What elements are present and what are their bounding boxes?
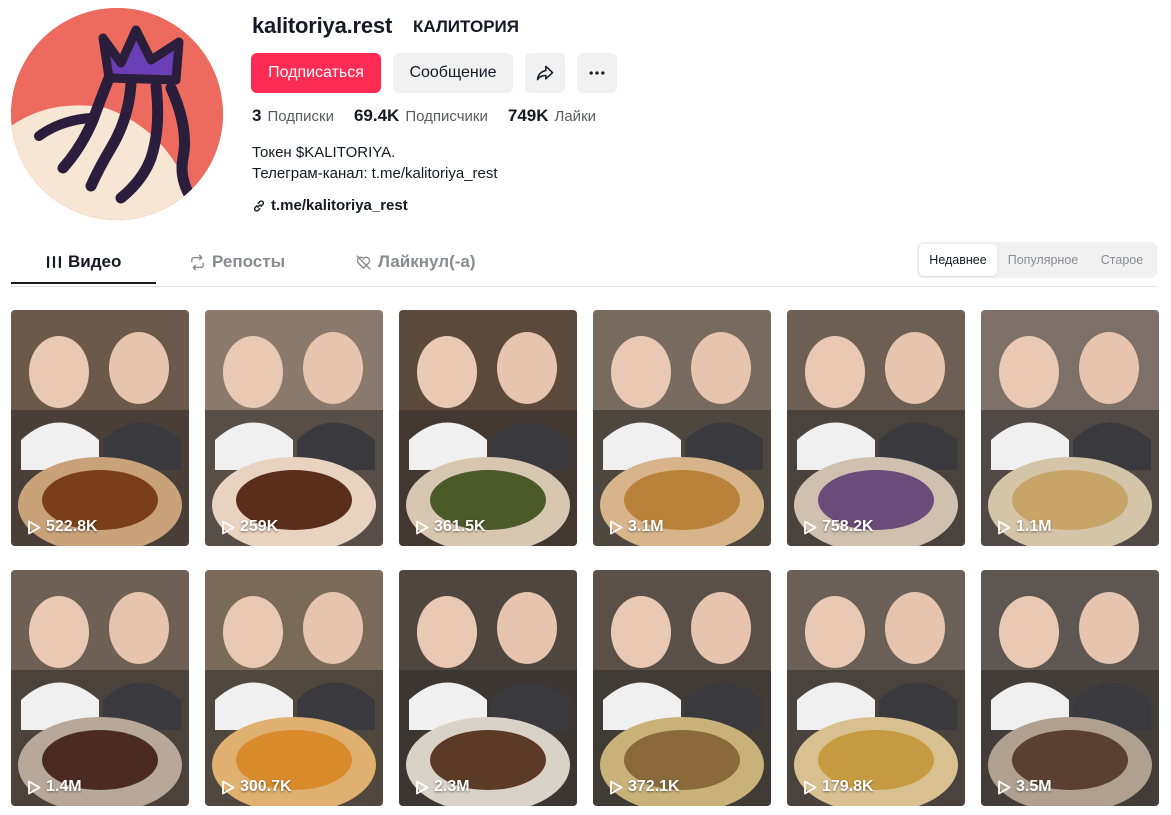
stat-likes: 749K Лайки [507,106,597,125]
video-views-count: 3.1M [628,518,664,535]
tab-reposts[interactable]: Репосты [189,240,285,284]
video-views: 2.3M [415,778,470,796]
repost-icon [191,254,204,270]
play-icon [28,780,41,794]
video-thumbnail [593,310,771,546]
video-card[interactable]: 300.7K [205,570,383,806]
video-card[interactable]: 372.1K [593,570,771,806]
play-icon [416,780,429,794]
video-thumbnail [205,570,383,806]
profile-bio: Токен $KALITORIYA. Телеграм-канал: t.me/… [252,142,498,184]
video-views-count: 758.2K [822,518,874,535]
video-thumbnail [11,310,189,546]
video-grid: 522.8K 259K 361.5K 3.1M 758.2K 1.1M 1.4M 300.7K… [11,310,1159,806]
video-views-count: 259K [240,518,279,535]
video-views: 3.5M [997,778,1052,796]
video-views-count: 1.4M [46,778,82,795]
video-card[interactable]: 259K [205,310,383,546]
profile-link[interactable]: t.me/kalitoriya_rest [252,197,408,214]
message-button[interactable]: Сообщение [393,53,513,93]
heart-slash-icon [356,254,371,270]
play-icon [610,520,623,534]
play-icon [804,520,817,534]
video-card[interactable]: 179.8K [787,570,965,806]
video-thumbnail [205,310,383,546]
share-arrow-icon [536,65,554,81]
profile-link-text: t.me/kalitoriya_rest [271,197,408,214]
video-views-count: 372.1K [628,778,680,795]
video-views: 3.1M [609,518,664,536]
video-thumbnail [981,310,1159,546]
play-icon [804,780,817,794]
video-card[interactable]: 2.3M [399,570,577,806]
video-card[interactable]: 758.2K [787,310,965,546]
video-views: 758.2K [803,518,874,536]
kalitoriya-logo [11,8,223,220]
tab-videos[interactable]: Видео [46,240,121,284]
video-card[interactable]: 1.4M [11,570,189,806]
video-views-count: 522.8K [46,518,98,535]
video-views-count: 2.3M [434,778,470,795]
video-views: 1.4M [27,778,82,796]
video-card[interactable]: 361.5K [399,310,577,546]
stat-followers[interactable]: 69.4K Подписчики [354,106,488,126]
play-icon [222,520,235,534]
video-views: 522.8K [27,518,98,536]
play-icon [610,780,623,794]
video-card[interactable]: 522.8K [11,310,189,546]
play-icon [416,520,429,534]
video-card[interactable]: 3.1M [593,310,771,546]
stat-following[interactable]: 3 Подписки [252,106,334,126]
tab-active-indicator [11,282,156,284]
video-thumbnail [787,310,965,546]
video-views-count: 361.5K [434,518,486,535]
ellipsis-icon [589,71,605,75]
sort-option-oldest[interactable]: Старое [1089,244,1155,276]
play-icon [998,780,1011,794]
video-views-count: 300.7K [240,778,292,795]
profile-stats: 3 Подписки 69.4K Подписчики 749K Лайки [252,106,596,126]
more-options-button[interactable] [577,53,617,93]
video-views: 259K [221,518,278,536]
tab-liked[interactable]: Лайкнул(-а) [355,240,476,284]
video-views-count: 3.5M [1016,778,1052,795]
video-card[interactable]: 1.1M [981,310,1159,546]
profile-username: kalitoriya.rest [252,13,393,38]
video-card[interactable]: 3.5M [981,570,1159,806]
video-views-count: 1.1M [1016,518,1052,535]
video-thumbnail [11,570,189,806]
video-views-count: 179.8K [822,778,874,795]
video-views: 361.5K [415,518,486,536]
profile-avatar[interactable] [11,8,223,220]
share-button[interactable] [525,53,565,93]
grid-lines-icon [47,256,61,268]
video-thumbnail [981,570,1159,806]
link-icon [253,199,265,212]
sort-toggle: Недавнее Популярное Старое [917,242,1157,278]
sort-option-recent[interactable]: Недавнее [919,244,997,276]
video-thumbnail [399,310,577,546]
video-views: 300.7K [221,778,292,796]
play-icon [28,520,41,534]
bio-line: Телеграм-канал: t.me/kalitoriya_rest [252,165,498,182]
play-icon [998,520,1011,534]
video-thumbnail [399,570,577,806]
video-views: 372.1K [609,778,680,796]
play-icon [222,780,235,794]
video-views: 1.1M [997,518,1052,536]
video-thumbnail [593,570,771,806]
video-views: 179.8K [803,778,874,796]
bio-line: Токен $KALITORIYA. [252,144,396,161]
video-thumbnail [787,570,965,806]
profile-nickname: КАЛИТОРИЯ [413,17,519,36]
follow-button[interactable]: Подписаться [251,53,381,93]
sort-option-popular[interactable]: Популярное [997,244,1089,276]
